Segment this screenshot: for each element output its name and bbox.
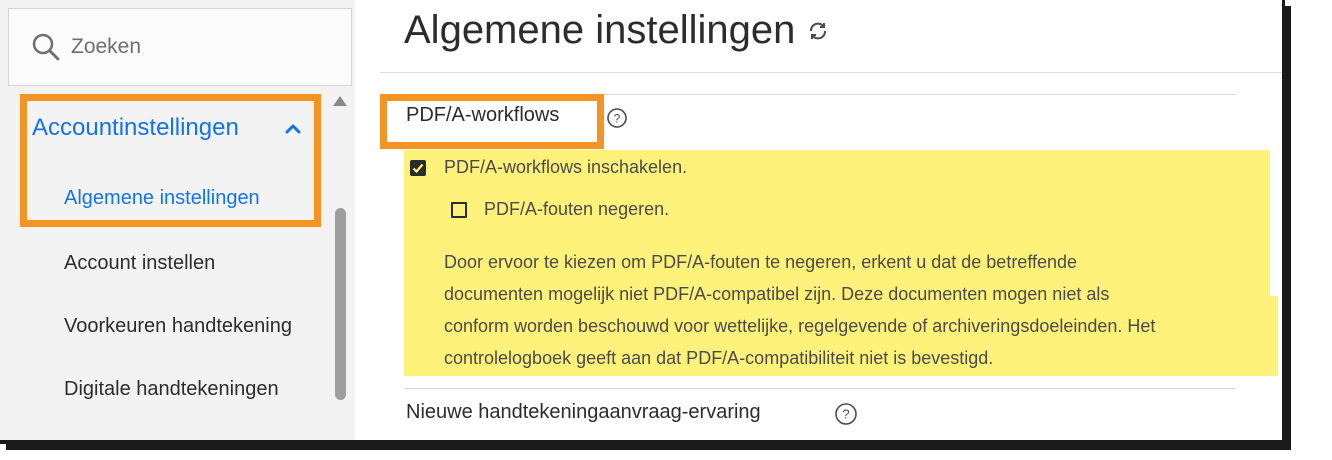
- page-title: Algemene instellingen: [404, 8, 829, 53]
- search-input[interactable]: Zoeken: [8, 8, 352, 86]
- refresh-icon[interactable]: [807, 20, 829, 42]
- divider: [404, 388, 1236, 389]
- sidebar-item-signature-preferences[interactable]: Voorkeuren handtekening: [64, 315, 292, 338]
- highlight-box-account-settings: [20, 94, 321, 227]
- checkmark-icon: [412, 163, 424, 174]
- sidebar-item-digital-signatures[interactable]: Digitale handtekeningen: [64, 378, 279, 401]
- sidebar-item-account-setup[interactable]: Account instellen: [64, 252, 215, 275]
- window: Zoeken Accountinstellingen Algemene inst…: [0, 0, 1285, 444]
- description-line: documenten mogelijk niet PDF/A-compatibe…: [444, 284, 1110, 304]
- main-content: Algemene instellingen PDF/A-workflows ? …: [380, 0, 1282, 440]
- help-icon[interactable]: ?: [606, 107, 628, 129]
- pdfa-description: Door ervoor te kiezen om PDF/A-fouten te…: [444, 246, 1284, 374]
- sidebar-scrollbar[interactable]: [331, 94, 349, 440]
- search-icon: [32, 33, 60, 61]
- sidebar: Zoeken Accountinstellingen Algemene inst…: [0, 0, 355, 440]
- section-title-new-signature-request: Nieuwe handtekeningaanvraag-ervaring: [406, 401, 761, 423]
- help-icon[interactable]: ?: [834, 402, 858, 426]
- enable-pdfa-workflows-label[interactable]: PDF/A-workflows inschakelen.: [444, 157, 687, 178]
- svg-text:?: ?: [842, 407, 849, 422]
- description-line: controlelogboek geeft aan dat PDF/A-comp…: [444, 348, 994, 368]
- scroll-up-arrow-icon[interactable]: [333, 96, 347, 106]
- scroll-thumb[interactable]: [335, 208, 346, 400]
- ignore-pdfa-errors-checkbox[interactable]: [451, 202, 467, 218]
- search-placeholder: Zoeken: [71, 35, 142, 58]
- divider: [380, 72, 1282, 73]
- description-line: conform worden beschouwd voor wettelijke…: [444, 316, 1156, 336]
- svg-text:?: ?: [614, 112, 621, 126]
- description-line: Door ervoor te kiezen om PDF/A-fouten te…: [444, 252, 1078, 272]
- section-title-pdfa-workflows: PDF/A-workflows: [406, 104, 560, 126]
- enable-pdfa-workflows-checkbox[interactable]: [410, 160, 426, 176]
- ignore-pdfa-errors-label[interactable]: PDF/A-fouten negeren.: [484, 199, 669, 220]
- page-title-text: Algemene instellingen: [404, 8, 796, 52]
